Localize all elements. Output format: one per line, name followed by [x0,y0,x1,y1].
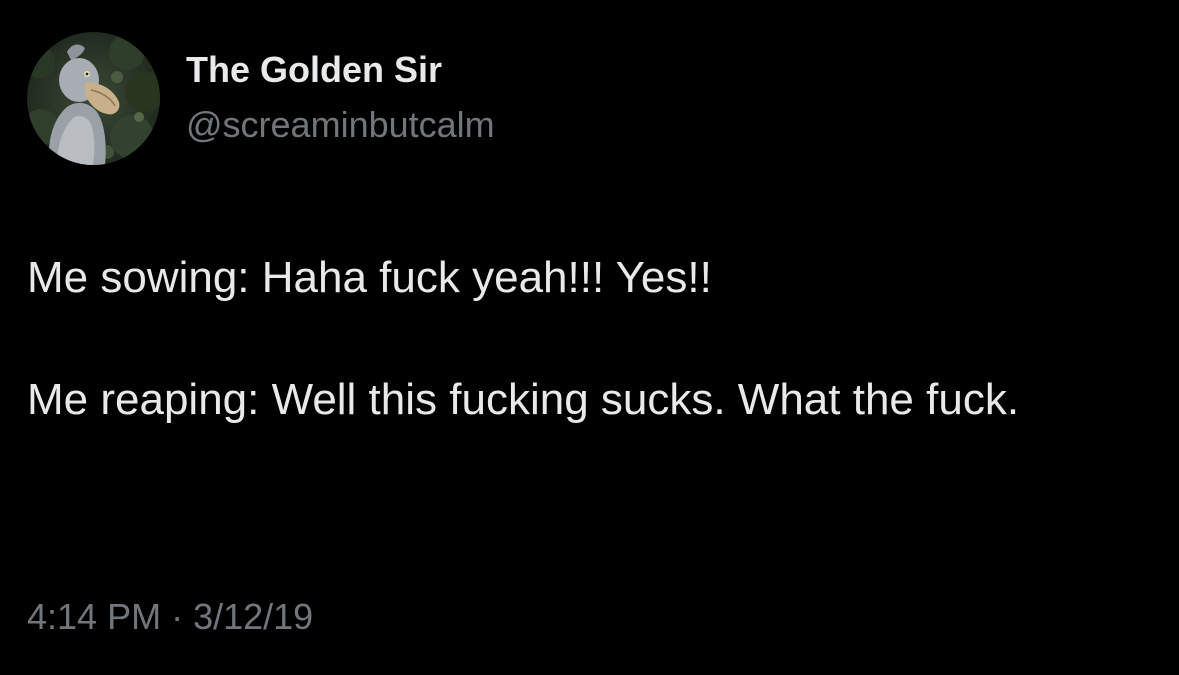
tweet-paragraph: Me reaping: Well this fucking sucks. Wha… [27,375,1020,424]
shoebill-bird-avatar-icon [27,32,160,165]
display-name[interactable]: The Golden Sir [186,49,442,91]
tweet: The Golden Sir @screaminbutcalm Me sowin… [0,0,1179,675]
tweet-paragraph: Me sowing: Haha fuck yeah!!! Yes!! [27,253,712,302]
tweet-date[interactable]: 3/12/19 [193,596,313,637]
tweet-meta: 4:14 PM · 3/12/19 [27,596,313,638]
tweet-text: Me sowing: Haha fuck yeah!!! Yes!! Me re… [27,246,1147,432]
tweet-timestamp[interactable]: 4:14 PM [27,596,161,637]
user-handle[interactable]: @screaminbutcalm [186,104,495,146]
avatar[interactable] [27,32,160,165]
meta-separator: · [171,596,184,637]
